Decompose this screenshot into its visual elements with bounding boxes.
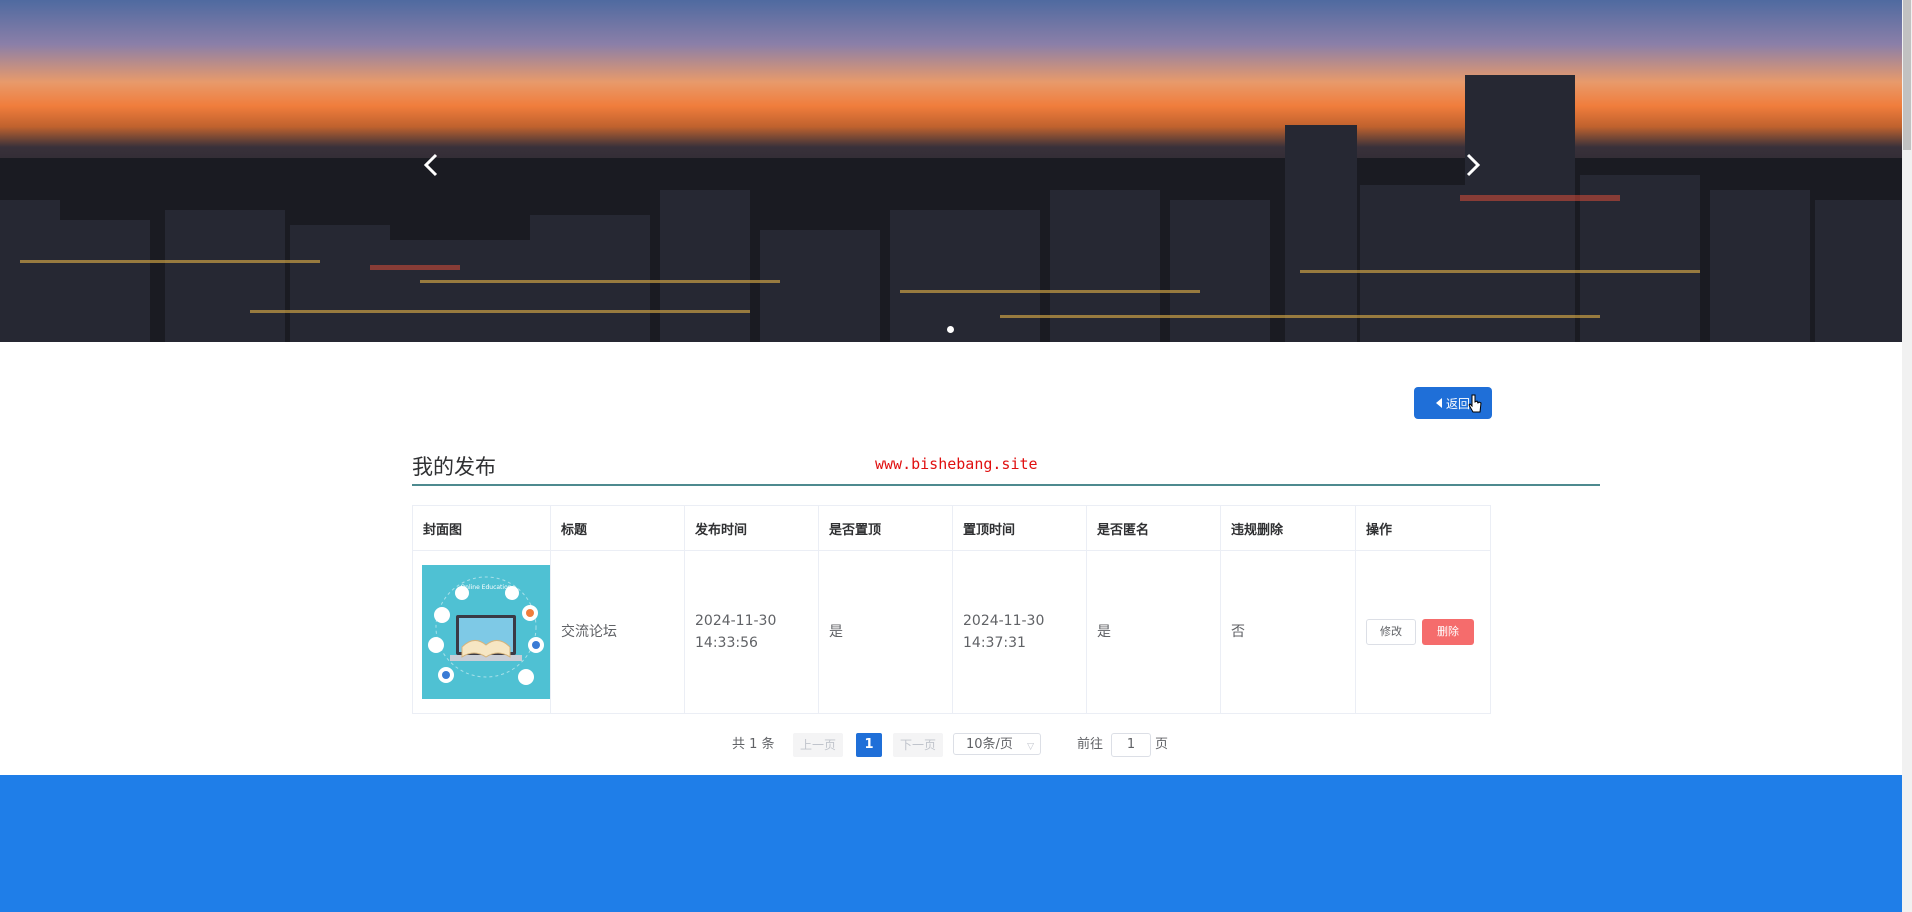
page-number-current[interactable]: 1 [856,733,882,757]
title-divider [412,484,1600,486]
column-header: 是否匿名 [1086,505,1221,551]
column-header: 置顶时间 [952,505,1087,551]
table-header-row: 封面图 标题 发布时间 是否置顶 置顶时间 是否匿名 违规删除 操作 [412,505,1491,551]
cover-image: Online Education [422,565,550,699]
hand-cursor-icon [1468,394,1482,413]
goto-label: 前往 [1077,737,1104,752]
top-time-cell: 2024-11-30 14:37:31 [952,550,1087,714]
back-button-label: 返回 [1445,396,1470,411]
city-skyline-image [0,75,1902,342]
page-unit-label: 页 [1155,737,1169,752]
pagination-total: 共 1 条 [732,737,775,752]
column-header: 发布时间 [684,505,819,551]
goto-page-input[interactable] [1111,733,1151,757]
violation-deleted-cell: 否 [1220,550,1356,714]
cover-cell: Online Education [412,550,551,714]
watermark-text: www.bishebang.site [875,455,1038,473]
next-page-button[interactable]: 下一页 [893,733,943,757]
column-header: 是否置顶 [818,505,953,551]
prev-page-button[interactable]: 上一页 [793,733,843,757]
is-anonymous-cell: 是 [1086,550,1221,714]
carousel-indicator-dot[interactable] [947,326,954,333]
column-header: 封面图 [412,505,551,551]
carousel-next-arrow[interactable] [1452,145,1492,185]
hero-banner-carousel [0,0,1902,342]
is-top-cell: 是 [818,550,953,714]
column-header: 标题 [550,505,685,551]
actions-cell: 修改 删除 [1355,550,1491,714]
delete-button[interactable]: 删除 [1422,619,1474,645]
page-size-value: 10条/页 [966,737,1013,752]
chevron-down-icon: ▽ [1027,742,1034,752]
pagination: 共 1 条 上一页 1 下一页 10条/页 ▽ 前往 页 [0,733,1902,757]
footer [0,775,1902,912]
chevron-right-icon [1466,153,1481,177]
posts-table: 封面图 标题 发布时间 是否置顶 置顶时间 是否匿名 违规删除 操作 Onlin… [412,505,1491,714]
carousel-prev-arrow[interactable] [412,145,452,185]
caret-left-icon [1435,398,1442,408]
table-row: Online Education 交流论坛 2024-11-30 14:33:5… [412,550,1491,714]
page-size-select[interactable]: 10条/页 ▽ [953,733,1041,755]
scrollbar-thumb[interactable] [1903,0,1911,150]
publish-time-cell: 2024-11-30 14:33:56 [684,550,819,714]
chevron-left-icon [423,153,438,177]
title-cell: 交流论坛 [550,550,685,714]
edit-button[interactable]: 修改 [1366,619,1416,645]
column-header: 违规删除 [1220,505,1356,551]
page-title: 我的发布 [412,455,496,479]
column-header: 操作 [1355,505,1491,551]
